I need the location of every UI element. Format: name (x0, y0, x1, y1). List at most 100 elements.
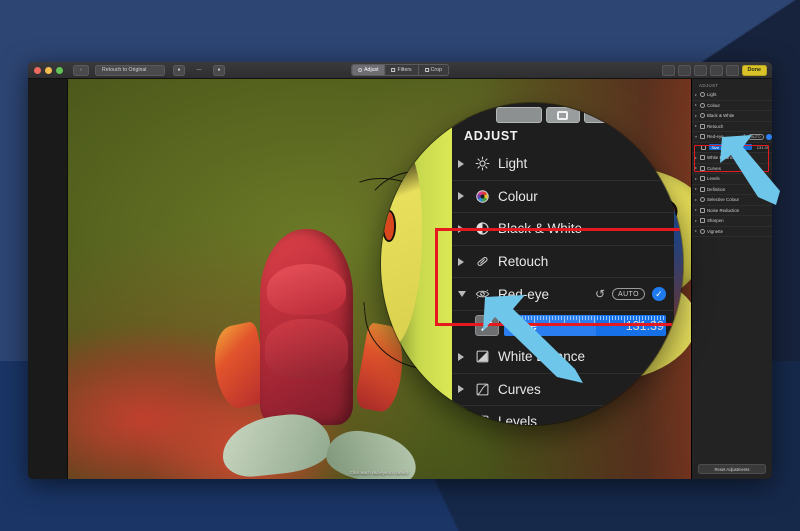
info-icon[interactable]: ● (173, 64, 185, 76)
mode-tabs[interactable]: Adjust Filters Crop (351, 64, 449, 76)
sidebar-item-black-and-white[interactable]: Black & White (692, 111, 772, 122)
chevron-right-icon (695, 93, 697, 96)
zoom-slider-icon[interactable]: ● (213, 64, 225, 76)
arrow-to-size-slider (483, 295, 583, 383)
slider-icon[interactable]: — (189, 65, 209, 76)
bandage-icon (699, 123, 705, 129)
dial-icon (358, 68, 363, 72)
tab-filters[interactable]: Filters (386, 65, 419, 75)
color-wheel-icon (475, 189, 490, 204)
chevron-right-icon (457, 385, 464, 394)
chevron-right-icon (695, 198, 697, 201)
sidebar-item-label: Black & White (707, 113, 735, 119)
magnified-toolbar-button-right[interactable] (583, 107, 630, 123)
favorite-icon[interactable] (693, 64, 707, 76)
bandage-icon (475, 254, 490, 269)
arrow-to-sidebar-redeye (720, 135, 780, 205)
chevron-right-icon (695, 177, 697, 180)
minimize-button[interactable] (45, 66, 52, 74)
sun-icon (475, 156, 490, 171)
sidebar-item-label: Colour (707, 102, 720, 108)
auto-button[interactable]: AUTO (612, 288, 645, 301)
sun-icon (699, 92, 705, 98)
definition-icon (699, 186, 705, 192)
close-button[interactable] (34, 66, 41, 74)
magnified-item-retouch[interactable]: Retouch (451, 246, 674, 279)
share-icon[interactable] (709, 64, 723, 76)
chevron-right-icon (457, 417, 464, 425)
file-title-field[interactable]: Retouch to Original (95, 64, 165, 76)
rotate-icon[interactable] (661, 64, 675, 76)
sidebar-item-sharpen[interactable]: Sharpen (692, 216, 772, 227)
titlebar-left-tools[interactable]: ● — ● (173, 64, 225, 76)
canvas-hint-text: Click each red-eye to correct. (349, 470, 410, 475)
chevron-right-icon (695, 219, 697, 222)
magnified-item-label: Black & White (497, 221, 582, 237)
chevron-right-icon (695, 156, 697, 159)
contrast-icon (475, 221, 490, 236)
color-wheel-icon (699, 102, 705, 108)
sidebar-item-vignette[interactable]: Vignette (692, 227, 772, 237)
wb-icon (699, 155, 705, 161)
tab-crop[interactable]: Crop (419, 65, 448, 75)
tab-filters-label: Filters (397, 67, 412, 73)
vignette-icon (699, 228, 705, 234)
chevron-right-icon (695, 230, 697, 233)
chevron-down-icon (695, 135, 697, 138)
selective-colour-icon (699, 197, 705, 203)
magnified-toolbar-button-center[interactable] (545, 107, 580, 123)
magnified-item-label: Colour (497, 188, 538, 204)
chevron-right-icon (695, 188, 697, 191)
brush-icon[interactable] (701, 144, 706, 150)
chevron-right-icon (457, 192, 464, 201)
enable-checkbox[interactable]: ✓ (651, 287, 666, 302)
curves-icon (699, 165, 705, 171)
compare-icon (557, 110, 569, 120)
magnified-item-label: Light (497, 156, 528, 172)
sidebar-item-label: Sharpen (707, 218, 724, 224)
magnified-item-label: Levels (497, 414, 537, 425)
magnified-item-label: Retouch (497, 254, 549, 270)
levels-icon (699, 176, 705, 182)
tab-adjust[interactable]: Adjust (352, 65, 386, 75)
titlebar-right-tools[interactable]: Done (661, 64, 767, 76)
filter-icon (391, 68, 396, 72)
magnified-item-colour[interactable]: Colour (451, 181, 674, 214)
sidebar-item-light[interactable]: Light (692, 90, 772, 101)
eye-icon (699, 134, 705, 140)
chevron-right-icon (695, 125, 697, 128)
chevron-right-icon (695, 209, 697, 212)
done-button[interactable]: Done (741, 64, 767, 76)
magnified-panel-title: ADJUST (464, 129, 519, 143)
compare-icon[interactable] (725, 64, 739, 76)
contrast-icon (699, 113, 705, 119)
chevron-right-icon (457, 352, 464, 361)
chevron-right-icon (457, 224, 464, 233)
chevron-right-icon (457, 159, 464, 168)
sidebar-item-colour[interactable]: Colour (692, 101, 772, 111)
reset-adjustments-button[interactable]: Reset Adjustments (698, 464, 766, 474)
sidebar-item-label: Retouch (707, 123, 724, 129)
zoom-button[interactable] (56, 66, 63, 74)
sidebar-item-retouch[interactable]: Retouch (692, 122, 772, 132)
reset-arrow-icon[interactable]: ↺ (595, 287, 605, 301)
left-rail (28, 79, 68, 479)
chevron-right-icon (695, 167, 697, 170)
magnified-toolbar[interactable] (452, 103, 674, 127)
magnified-item-light[interactable]: Light (451, 148, 674, 181)
noise-icon (699, 207, 705, 213)
enhance-icon[interactable] (677, 64, 691, 76)
tab-adjust-label: Adjust (364, 67, 379, 73)
traffic-light-buttons[interactable] (34, 66, 63, 74)
sidebar-item-label: Light (707, 92, 717, 98)
sharpen-icon (699, 218, 705, 224)
window-titlebar: ‹ Retouch to Original ● — ● Adjust Filte… (28, 62, 772, 79)
magnified-item-black-and-white[interactable]: Black & White (451, 213, 674, 246)
magnified-item-levels[interactable]: Levels (452, 406, 674, 425)
sidebar-title: ADJUST (699, 83, 719, 88)
magnified-toolbar-button-left[interactable] (495, 107, 542, 123)
back-button[interactable]: ‹ (73, 64, 89, 76)
chevron-down-icon (457, 291, 466, 298)
size-slider-value: 131.39 (625, 318, 664, 333)
levels-icon (475, 414, 490, 425)
